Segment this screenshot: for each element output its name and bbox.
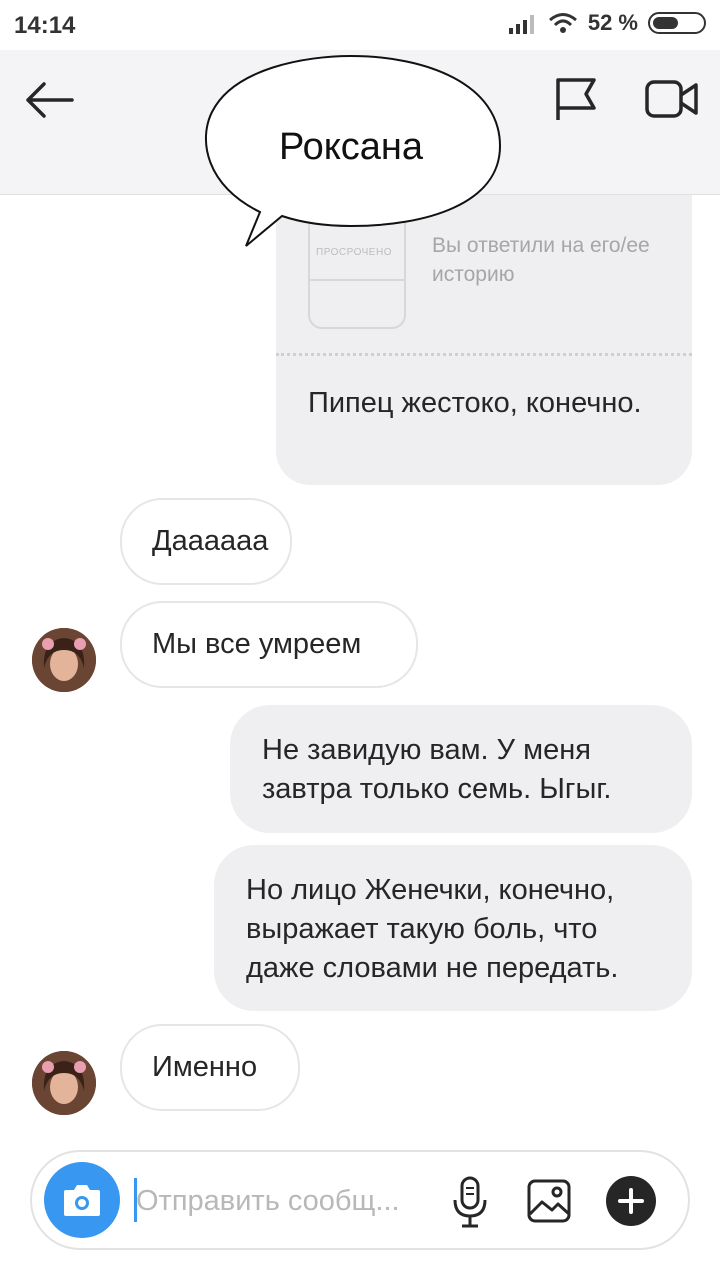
microphone-icon bbox=[453, 1176, 487, 1228]
message-text: Мы все умреем bbox=[152, 628, 362, 660]
camera-icon bbox=[64, 1185, 100, 1216]
message-input[interactable] bbox=[134, 1172, 438, 1230]
video-call-button[interactable] bbox=[644, 78, 700, 120]
more-options-button[interactable] bbox=[606, 1176, 656, 1226]
signal-icon bbox=[508, 15, 534, 34]
message-text: Именно bbox=[152, 1051, 258, 1083]
status-time: 14:14 bbox=[14, 12, 76, 39]
back-button[interactable] bbox=[22, 80, 78, 120]
voice-message-button[interactable] bbox=[450, 1174, 490, 1230]
message-incoming[interactable]: Мы все умреем bbox=[120, 601, 418, 688]
message-text: Но лицо Женечки, конечно, выражает такую… bbox=[246, 874, 619, 984]
wifi-icon bbox=[548, 13, 577, 33]
video-call-icon bbox=[645, 80, 698, 118]
message-text: Даааааа bbox=[152, 525, 269, 557]
message-composer bbox=[30, 1150, 690, 1250]
contact-avatar[interactable] bbox=[32, 628, 96, 692]
message-outgoing[interactable]: Не завидую вам. У меня завтра только сем… bbox=[230, 705, 692, 833]
report-button[interactable] bbox=[552, 76, 600, 122]
contact-name-callout: Роксана bbox=[196, 54, 506, 250]
thumbnail-divider bbox=[310, 279, 404, 281]
story-reply-text: Пипец жестоко, конечно. bbox=[308, 387, 642, 419]
camera-button[interactable] bbox=[44, 1162, 120, 1238]
plus-icon bbox=[618, 1188, 644, 1214]
avatar-photo bbox=[32, 628, 96, 692]
battery-icon bbox=[648, 12, 706, 34]
gallery-icon bbox=[527, 1179, 571, 1223]
battery-level bbox=[653, 17, 678, 29]
status-bar: 14:14 52 % bbox=[0, 0, 720, 50]
message-incoming[interactable]: Именно bbox=[120, 1024, 300, 1111]
battery-percent: 52 % bbox=[587, 10, 638, 35]
flag-icon bbox=[556, 78, 596, 120]
contact-avatar[interactable] bbox=[32, 1051, 96, 1115]
avatar-photo bbox=[32, 1051, 96, 1115]
contact-name: Роксана bbox=[278, 126, 424, 168]
card-divider bbox=[276, 353, 692, 356]
message-text: Не завидую вам. У меня завтра только сем… bbox=[262, 734, 612, 805]
back-arrow-icon bbox=[26, 82, 74, 118]
message-incoming[interactable]: Даааааа bbox=[120, 498, 292, 585]
status-right: 52 % bbox=[508, 10, 706, 36]
gallery-button[interactable] bbox=[526, 1178, 572, 1224]
message-thread: ПРОСРОЧЕНО Вы ответили на его/ее историю… bbox=[0, 195, 720, 1135]
message-outgoing[interactable]: Но лицо Женечки, конечно, выражает такую… bbox=[214, 845, 692, 1011]
